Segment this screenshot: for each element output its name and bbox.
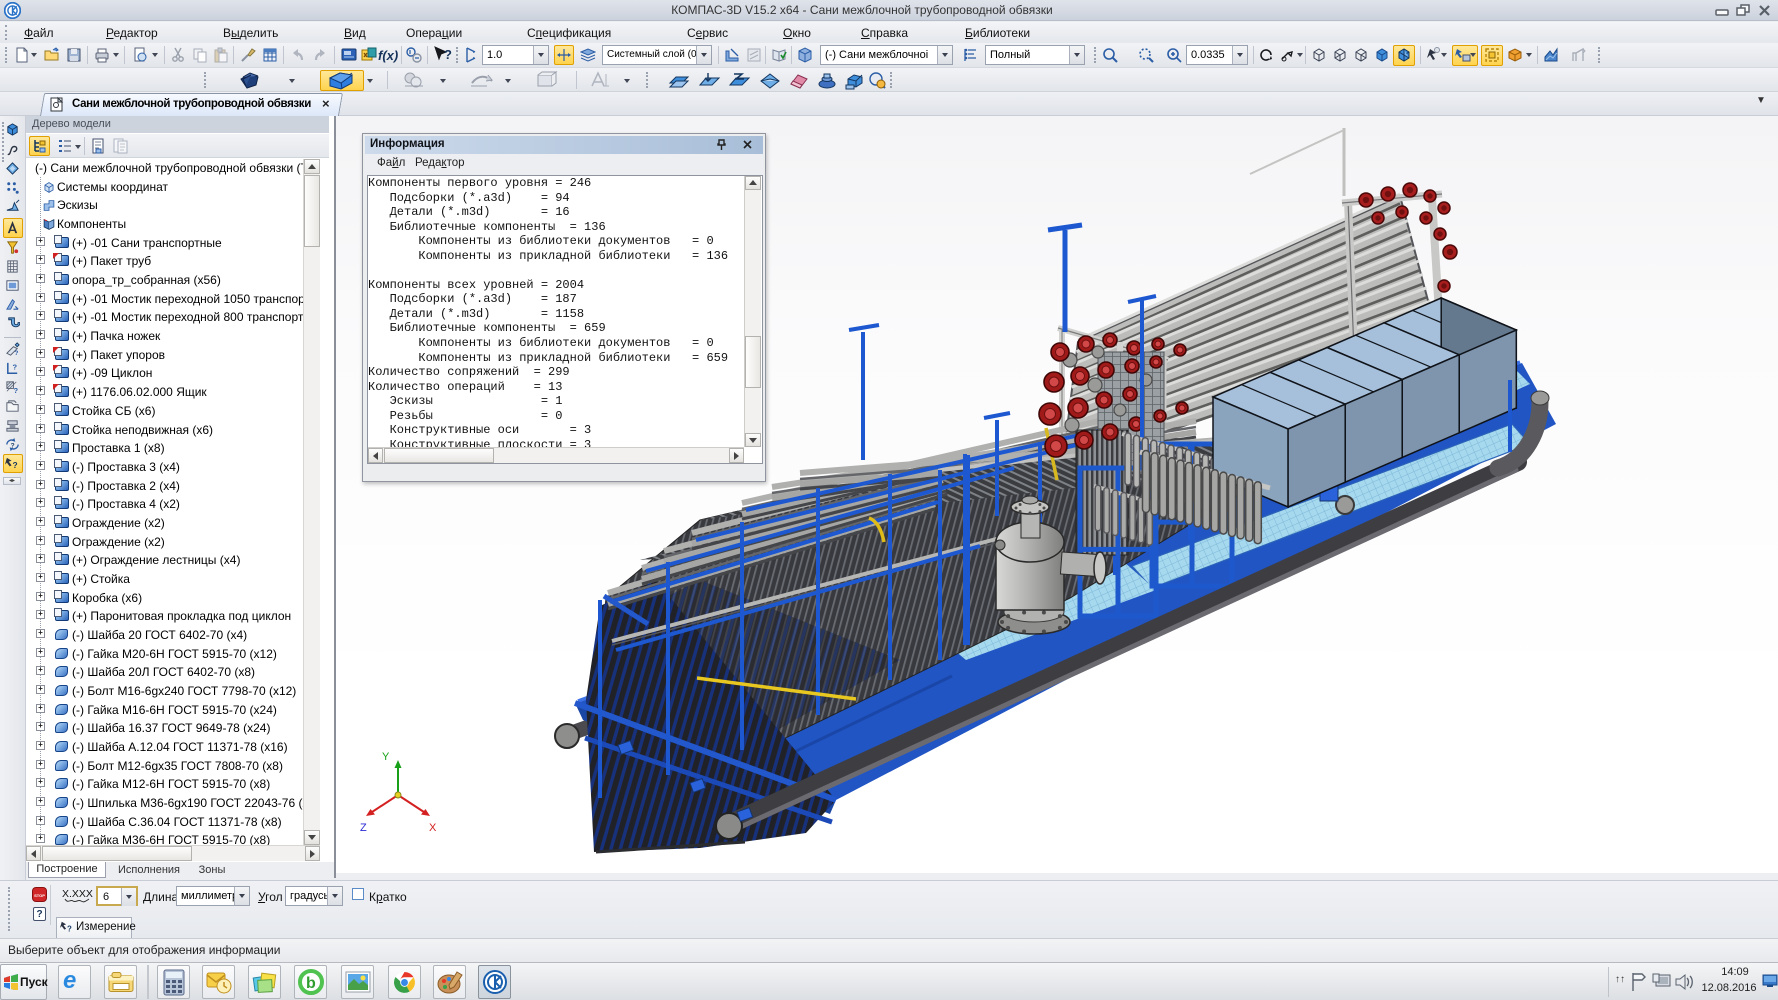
svg-text:?: ? — [14, 350, 18, 357]
svg-text:?: ? — [13, 362, 18, 371]
svg-text:?: ? — [13, 460, 18, 470]
svg-text:?: ? — [67, 924, 72, 933]
svg-text:?: ? — [11, 442, 15, 449]
svg-text:b: b — [306, 975, 316, 992]
svg-text:X: X — [429, 822, 437, 834]
svg-text:Y: Y — [382, 751, 390, 763]
svg-text:Z: Z — [360, 822, 367, 834]
svg-text:?: ? — [13, 386, 18, 395]
